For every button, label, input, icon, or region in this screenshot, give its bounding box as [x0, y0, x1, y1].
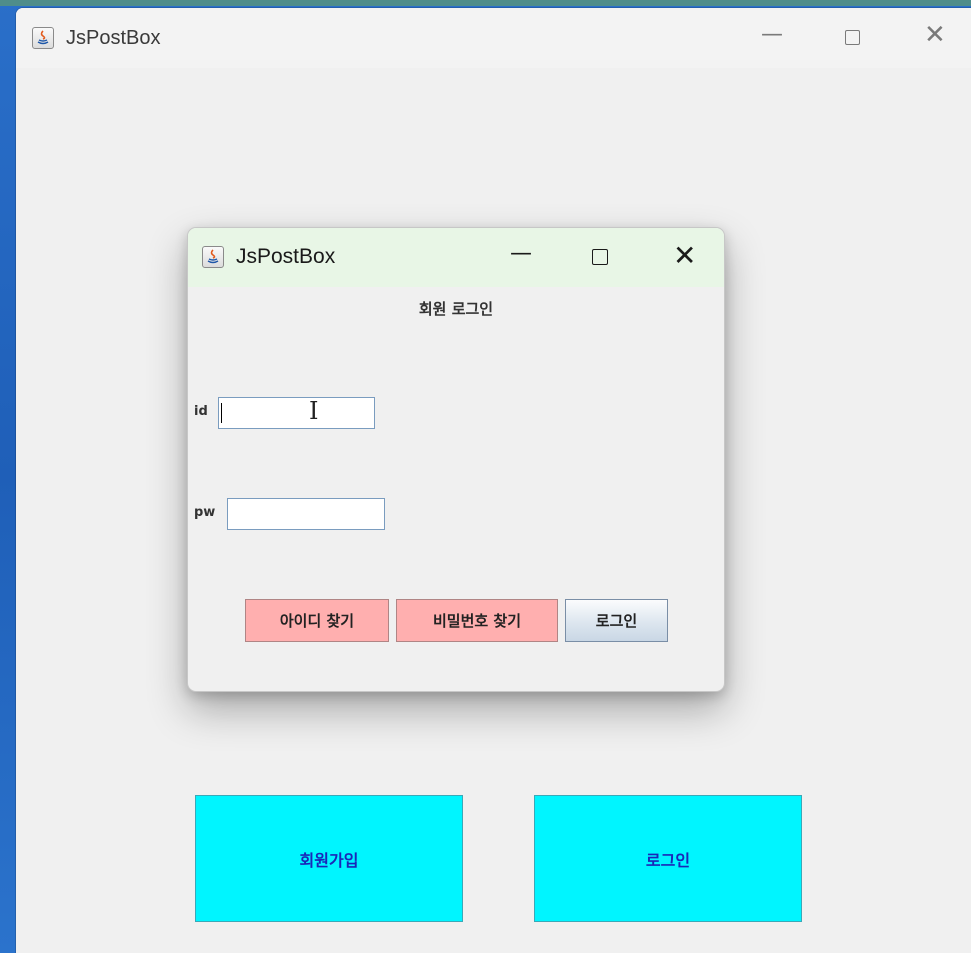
minimize-icon[interactable]: —: [510, 241, 532, 266]
close-icon[interactable]: ✕: [673, 242, 696, 270]
dialog-titlebar: JsPostBox — ✕: [188, 228, 724, 287]
dialog-title: JsPostBox: [236, 245, 336, 268]
close-icon[interactable]: ✕: [924, 22, 946, 48]
main-titlebar: JsPostBox — ✕: [16, 8, 971, 68]
find-id-button[interactable]: 아이디 찾기: [245, 599, 389, 642]
pw-input[interactable]: [227, 498, 385, 530]
pw-label: pw: [194, 505, 216, 520]
main-login-button[interactable]: 로그인: [534, 795, 802, 922]
java-app-icon: [202, 246, 224, 268]
signup-button[interactable]: 회원가입: [195, 795, 463, 922]
java-app-icon: [32, 27, 54, 49]
dialog-login-button[interactable]: 로그인: [565, 599, 668, 642]
main-window-title: JsPostBox: [66, 27, 161, 49]
desktop-background-edge: [0, 0, 971, 6]
id-input[interactable]: [218, 397, 375, 429]
login-dialog: JsPostBox — ✕ 회원 로그인 id I pw 아이디 찾기 비밀번호…: [187, 227, 725, 692]
dialog-heading: 회원 로그인: [418, 300, 494, 318]
find-password-button[interactable]: 비밀번호 찾기: [396, 599, 558, 642]
minimize-icon[interactable]: —: [761, 22, 783, 47]
id-label: id: [194, 404, 208, 419]
maximize-icon[interactable]: [845, 30, 860, 45]
text-caret: [221, 403, 222, 423]
text-cursor-icon: I: [309, 397, 319, 425]
maximize-icon[interactable]: [592, 249, 608, 265]
